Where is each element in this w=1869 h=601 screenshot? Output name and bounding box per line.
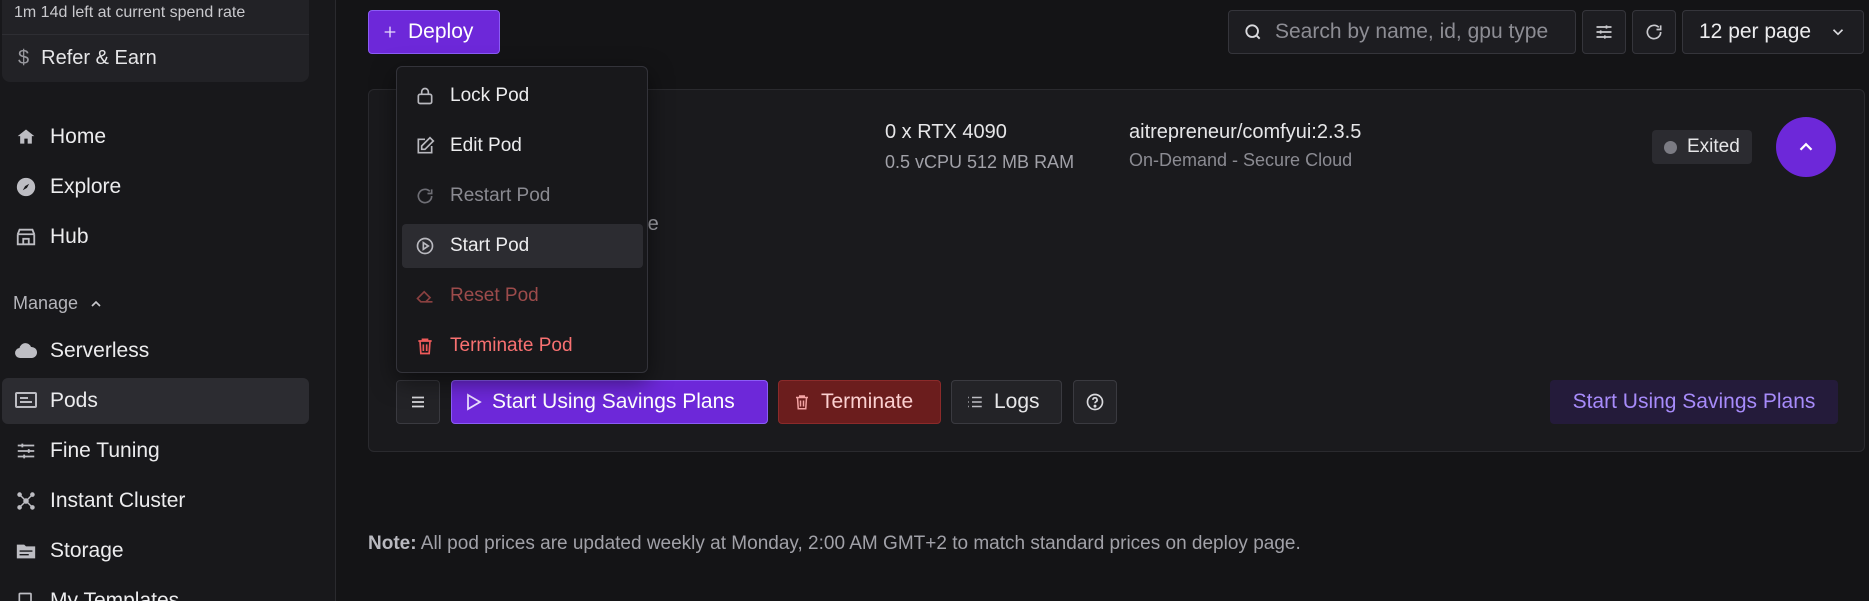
menu-item-edit-pod[interactable]: Edit Pod — [402, 124, 643, 168]
sidebar-item-explore[interactable]: Explore — [2, 164, 309, 210]
sidebar-item-serverless[interactable]: Serverless — [2, 328, 309, 374]
status-label: Exited — [1687, 136, 1740, 157]
plus-icon — [382, 24, 398, 40]
sidebar-item-label: Explore — [50, 175, 122, 198]
menu-item-label: Edit Pod — [450, 135, 522, 156]
play-icon — [466, 393, 482, 411]
savings-plans-link[interactable]: Start Using Savings Plans — [1550, 380, 1838, 424]
filter-sliders-icon — [1594, 22, 1614, 42]
pricing-note: Note: All pod prices are updated weekly … — [368, 533, 1301, 555]
sidebar-item-label: Hub — [50, 225, 89, 248]
menu-item-label: Reset Pod — [450, 285, 539, 306]
deploy-button[interactable]: Deploy — [368, 10, 500, 54]
sliders-icon — [14, 439, 38, 463]
sidebar: 1m 14d left at current spend rate $ Refe… — [0, 0, 336, 601]
sidebar-item-fine-tuning[interactable]: Fine Tuning — [2, 428, 309, 474]
menu-item-label: Start Pod — [450, 235, 530, 256]
server-icon — [14, 389, 38, 413]
pod-resources: 0.5 vCPU 512 MB RAM — [885, 152, 1075, 172]
sidebar-item-label: Home — [50, 125, 107, 148]
menu-item-terminate-pod[interactable]: Terminate Pod — [402, 324, 643, 368]
restart-icon — [414, 185, 436, 207]
refresh-icon — [1644, 22, 1664, 42]
lock-icon — [414, 85, 436, 107]
refer-earn-link[interactable]: $ Refer & Earn — [4, 35, 311, 81]
menu-item-start-pod[interactable]: Start Pod — [402, 224, 643, 268]
trash-icon — [414, 335, 436, 357]
cloud-icon — [14, 339, 38, 363]
savings-label: Start Using Savings Plans — [492, 390, 735, 413]
search-box — [1228, 10, 1576, 54]
menu-item-label: Terminate Pod — [450, 335, 573, 356]
menu-item-label: Lock Pod — [450, 85, 530, 106]
menu-item-restart-pod[interactable]: Restart Pod — [402, 174, 643, 218]
pod-actions-menu: Lock Pod Edit Pod Restart Pod Start Pod … — [396, 66, 648, 373]
folder-icon — [14, 539, 38, 563]
logs-button[interactable]: Logs — [951, 380, 1062, 424]
menu-item-label: Restart Pod — [450, 185, 551, 206]
manage-section-toggle[interactable]: Manage — [13, 293, 104, 314]
sidebar-item-hub[interactable]: Hub — [2, 214, 309, 260]
eraser-icon — [414, 285, 436, 307]
menu-item-reset-pod[interactable]: Reset Pod — [402, 274, 643, 318]
chevron-down-icon — [1829, 23, 1847, 41]
chevron-up-icon — [88, 296, 104, 312]
help-button[interactable] — [1073, 380, 1117, 424]
pod-menu-button[interactable] — [396, 380, 440, 424]
home-icon — [14, 125, 38, 149]
sidebar-item-instant-cluster[interactable]: Instant Cluster — [2, 478, 309, 524]
sidebar-item-label: Instant Cluster — [50, 489, 186, 512]
terminate-button[interactable]: Terminate — [778, 380, 941, 424]
help-circle-icon — [1085, 392, 1105, 412]
compass-icon — [14, 175, 38, 199]
refer-earn-label: Refer & Earn — [41, 46, 157, 69]
search-input[interactable] — [1275, 20, 1565, 44]
filter-button[interactable] — [1582, 10, 1626, 54]
refresh-button[interactable] — [1632, 10, 1676, 54]
pod-image: aitrepreneur/comfyui:2.3.5 — [1129, 121, 1362, 143]
credit-box: 1m 14d left at current spend rate $ Refe… — [2, 0, 309, 82]
sidebar-item-label: Serverless — [50, 339, 150, 362]
per-page-select[interactable]: 12 per page — [1682, 10, 1864, 54]
per-page-value: 12 per page — [1699, 20, 1812, 43]
sidebar-item-home[interactable]: Home — [2, 114, 309, 160]
sidebar-item-label: My Templates — [50, 589, 180, 601]
note-text: All pod prices are updated weekly at Mon… — [416, 533, 1301, 554]
terminate-label: Terminate — [821, 390, 914, 413]
sidebar-item-pods[interactable]: Pods — [2, 378, 309, 424]
list-icon — [966, 393, 984, 411]
start-savings-plans-button[interactable]: Start Using Savings Plans — [451, 380, 768, 424]
menu-item-lock-pod[interactable]: Lock Pod — [402, 74, 643, 118]
status-badge: Exited — [1652, 130, 1752, 164]
store-icon — [14, 225, 38, 249]
search-icon — [1243, 22, 1263, 42]
logs-label: Logs — [994, 390, 1040, 413]
status-dot — [1664, 140, 1677, 154]
manage-label: Manage — [13, 293, 79, 313]
dollar-icon: $ — [18, 46, 30, 69]
chevron-up-icon — [1795, 136, 1817, 158]
edit-icon — [414, 135, 436, 157]
hamburger-icon — [409, 393, 427, 411]
collapse-pod-button[interactable] — [1776, 117, 1836, 177]
sidebar-item-my-templates[interactable]: My Templates — [2, 578, 309, 601]
play-circle-icon — [414, 235, 436, 257]
deploy-label: Deploy — [408, 20, 474, 43]
trash-icon — [793, 393, 811, 411]
sidebar-item-label: Fine Tuning — [50, 439, 160, 462]
pod-cloud-type: On-Demand - Secure Cloud — [1129, 150, 1353, 170]
sidebar-item-label: Storage — [50, 539, 124, 562]
note-prefix: Note: — [368, 533, 417, 554]
pod-gpu: 0 x RTX 4090 — [885, 121, 1007, 143]
template-icon — [14, 589, 38, 601]
credit-remaining-text: 1m 14d left at current spend rate — [14, 4, 246, 21]
sidebar-item-storage[interactable]: Storage — [2, 528, 309, 574]
sidebar-item-label: Pods — [50, 389, 98, 412]
cluster-icon — [14, 489, 38, 513]
